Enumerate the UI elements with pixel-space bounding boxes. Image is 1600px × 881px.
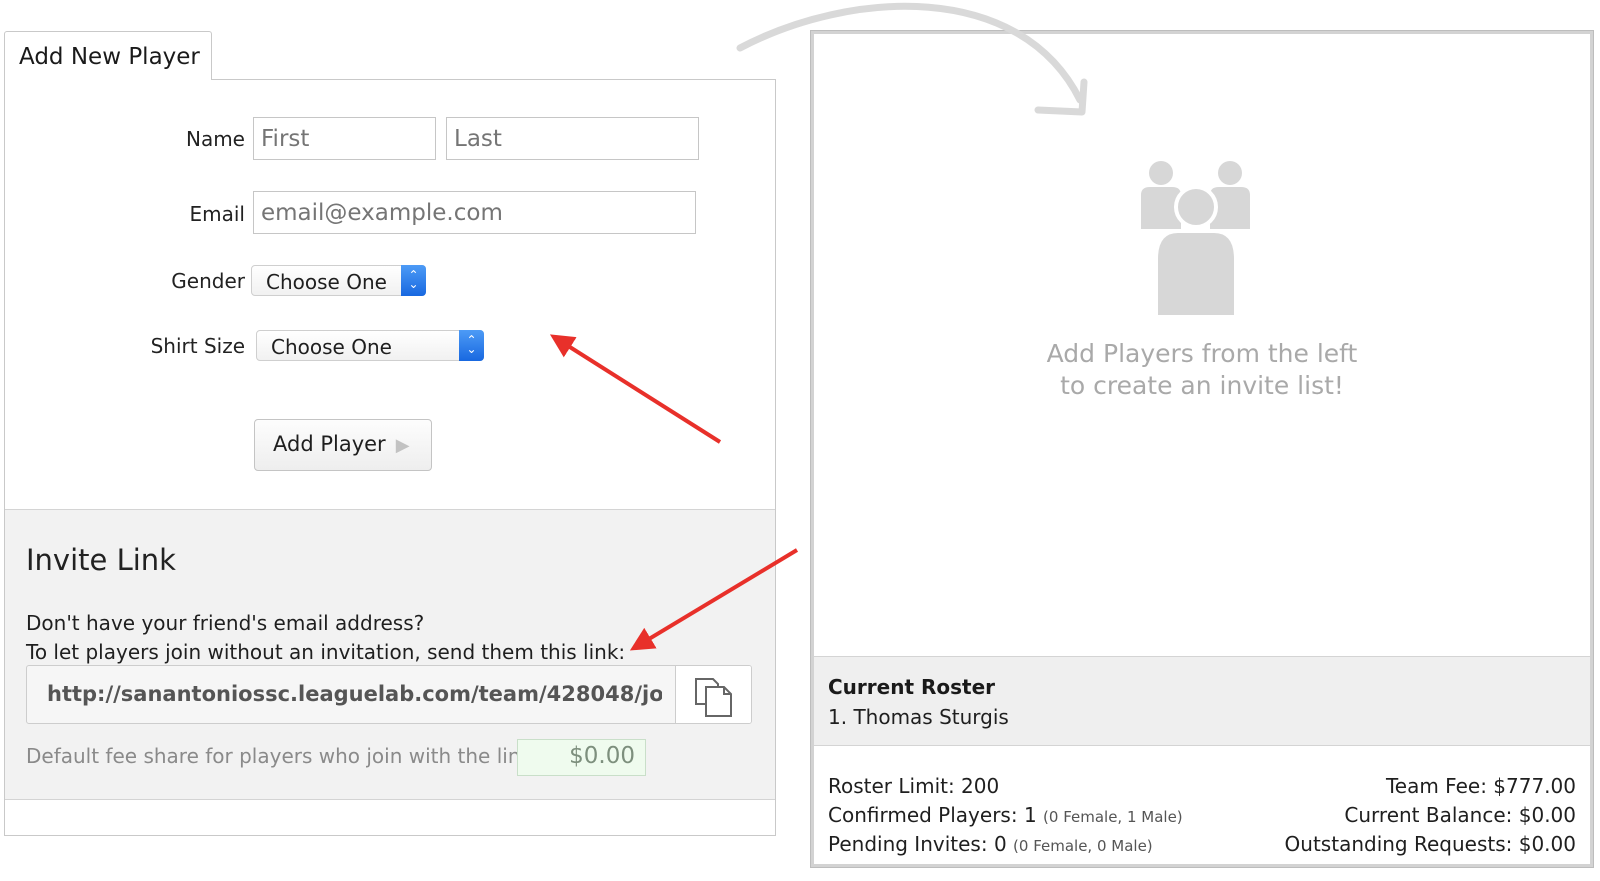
pending-invites-stat: Pending Invites: 0 (0 Female, 0 Male) bbox=[828, 832, 1153, 856]
add-player-button[interactable]: Add Player ▶ bbox=[254, 419, 432, 471]
gender-label: Gender bbox=[171, 269, 245, 293]
fee-share-input[interactable]: $0.00 bbox=[517, 739, 646, 776]
email-input[interactable] bbox=[253, 191, 696, 234]
first-name-input[interactable] bbox=[253, 117, 436, 160]
email-label: Email bbox=[189, 202, 246, 226]
add-player-button-label: Add Player bbox=[273, 432, 386, 456]
confirmed-players-count: Confirmed Players: 1 bbox=[828, 803, 1037, 827]
invite-list-panel: Add Players from the left to create an i… bbox=[810, 30, 1594, 868]
fee-share-label: Default fee share for players who join w… bbox=[26, 744, 539, 768]
gender-select-value: Choose One bbox=[266, 270, 387, 294]
team-fee-stat: Team Fee: $777.00 bbox=[1385, 774, 1576, 798]
select-arrows-icon: ⌃ ⌄ bbox=[459, 330, 484, 361]
last-name-input[interactable] bbox=[446, 117, 699, 160]
current-balance-stat: Current Balance: $0.00 bbox=[1344, 803, 1576, 827]
confirmed-players-detail: (0 Female, 1 Male) bbox=[1043, 808, 1183, 826]
current-roster-title: Current Roster bbox=[828, 675, 996, 699]
invite-link-section: Invite Link Don't have your friend's ema… bbox=[5, 509, 775, 800]
confirmed-players-stat: Confirmed Players: 1 (0 Female, 1 Male) bbox=[828, 803, 1183, 827]
pending-invites-detail: (0 Female, 0 Male) bbox=[1013, 837, 1153, 855]
tab-add-new-player[interactable]: Add New Player bbox=[4, 31, 212, 80]
invite-help-line-1: Don't have your friend's email address? bbox=[26, 611, 425, 635]
copy-link-button[interactable] bbox=[675, 666, 751, 723]
shirt-size-select[interactable]: Choose One ⌃ ⌄ bbox=[256, 330, 484, 361]
roster-limit-stat: Roster Limit: 200 bbox=[828, 774, 1000, 798]
roster-player-item: 1. Thomas Sturgis bbox=[828, 705, 1009, 729]
current-roster-section: Current Roster 1. Thomas Sturgis bbox=[814, 656, 1590, 746]
outstanding-requests-stat: Outstanding Requests: $0.00 bbox=[1284, 832, 1576, 856]
shirt-size-label: Shirt Size bbox=[150, 334, 245, 358]
empty-state-line-2: to create an invite list! bbox=[1060, 371, 1344, 400]
invite-link-field[interactable]: http://sanantoniossc.leaguelab.com/team/… bbox=[26, 665, 752, 724]
gender-select[interactable]: Choose One ⌃ ⌄ bbox=[251, 265, 426, 296]
invite-help-line-2: To let players join without an invitatio… bbox=[26, 640, 626, 664]
group-people-icon bbox=[1141, 161, 1250, 319]
shirt-size-select-value: Choose One bbox=[271, 335, 392, 359]
invite-link-url[interactable]: http://sanantoniossc.leaguelab.com/team/… bbox=[47, 682, 662, 706]
play-arrow-icon: ▶ bbox=[395, 435, 410, 456]
invite-link-title: Invite Link bbox=[26, 543, 176, 577]
copy-icon bbox=[695, 678, 732, 717]
select-arrows-icon: ⌃ ⌄ bbox=[401, 265, 426, 296]
empty-state-line-1: Add Players from the left bbox=[1046, 339, 1358, 368]
name-label: Name bbox=[185, 127, 245, 151]
pending-invites-count: Pending Invites: 0 bbox=[828, 832, 1007, 856]
